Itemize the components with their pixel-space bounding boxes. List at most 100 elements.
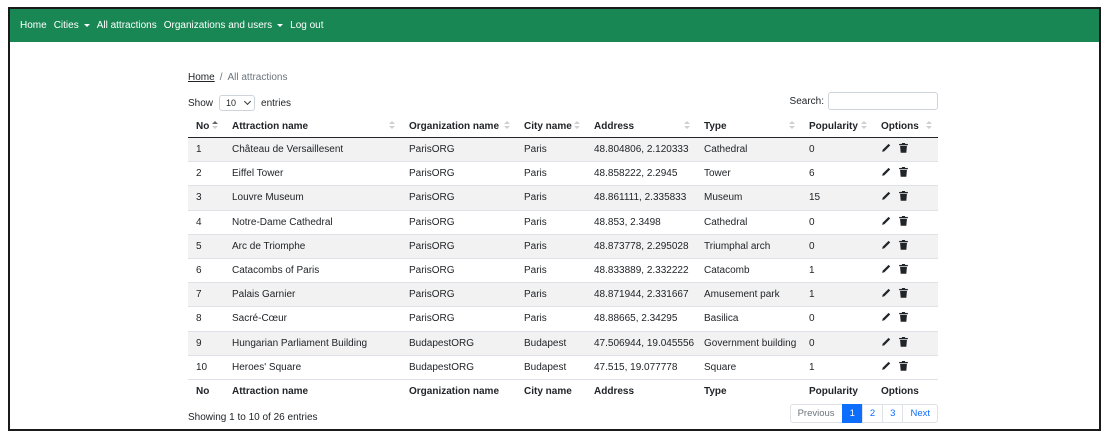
table-row: 10 Heroes' Square BudapestORG Budapest 47.51… bbox=[188, 355, 938, 380]
column-header[interactable]: Popularity bbox=[801, 115, 873, 138]
edit-pencil-icon[interactable] bbox=[881, 216, 891, 229]
delete-trash-icon[interactable] bbox=[899, 167, 908, 180]
pagination-previous[interactable]: Previous bbox=[789, 404, 843, 423]
column-footer: No bbox=[188, 378, 224, 404]
table-cell: ParisORG bbox=[401, 282, 516, 308]
nav-home[interactable]: Home bbox=[20, 20, 47, 31]
table-cell: 6 bbox=[188, 258, 224, 284]
nav-cities-dropdown[interactable]: Cities bbox=[54, 20, 90, 31]
entries-select-value: 10 bbox=[226, 98, 237, 108]
column-footer: Popularity bbox=[801, 378, 873, 404]
table-cell: Paris bbox=[516, 258, 586, 284]
column-header[interactable]: Options bbox=[873, 115, 938, 138]
nav-all-attractions[interactable]: All attractions bbox=[97, 20, 157, 31]
column-header[interactable]: Type bbox=[696, 115, 801, 138]
pagination-page-1[interactable]: 1 bbox=[841, 404, 863, 423]
table-cell: 4 bbox=[188, 210, 224, 235]
table-row: 4 Notre-Dame Cathedral ParisORG Paris 48.853… bbox=[188, 210, 938, 235]
column-footer: Organization name bbox=[401, 378, 516, 404]
column-header-label: Options bbox=[881, 120, 919, 132]
column-header-label: Popularity bbox=[809, 120, 858, 132]
edit-pencil-icon[interactable] bbox=[881, 167, 891, 180]
table-cell: Museum bbox=[696, 185, 801, 211]
edit-pencil-icon[interactable] bbox=[881, 191, 891, 204]
column-header-label: Address bbox=[594, 120, 635, 132]
column-header[interactable]: City name bbox=[516, 115, 586, 138]
breadcrumb-separator: / bbox=[219, 72, 223, 83]
table-cell: ParisORG bbox=[401, 185, 516, 211]
pagination-next[interactable]: Next bbox=[902, 404, 938, 423]
table-cell: Paris bbox=[516, 282, 586, 308]
sort-arrows-icon bbox=[389, 121, 395, 129]
entries-length-control: Show 10 entries bbox=[188, 95, 291, 111]
table-cell: 6 bbox=[801, 161, 873, 187]
sort-arrows-icon bbox=[926, 121, 932, 129]
delete-trash-icon[interactable] bbox=[899, 360, 908, 374]
edit-pencil-icon[interactable] bbox=[881, 361, 891, 374]
delete-trash-icon[interactable] bbox=[899, 264, 908, 277]
edit-pencil-icon[interactable] bbox=[881, 264, 891, 277]
edit-pencil-icon[interactable] bbox=[881, 240, 891, 253]
edit-pencil-icon[interactable] bbox=[881, 337, 891, 350]
pagination-page-2[interactable]: 2 bbox=[861, 404, 884, 423]
breadcrumb: Home / All attractions bbox=[188, 72, 288, 83]
table-cell: Basilica bbox=[696, 306, 801, 332]
table-cell: 48.88665, 2.34295 bbox=[586, 306, 696, 332]
table-cell: Amusement park bbox=[696, 282, 801, 308]
app-window: Home Cities All attractions Organization… bbox=[8, 7, 1101, 431]
table-cell: Notre-Dame Cathedral bbox=[224, 210, 401, 235]
edit-pencil-icon[interactable] bbox=[881, 312, 891, 325]
table-footer-row: No Attraction name Organization name City n… bbox=[188, 378, 938, 404]
table-cell: Budapest bbox=[516, 355, 586, 380]
table-cell: Hungarian Parliament Building bbox=[224, 331, 401, 356]
delete-trash-icon[interactable] bbox=[899, 143, 908, 156]
column-header[interactable]: Attraction name bbox=[224, 115, 401, 138]
column-header-label: Attraction name bbox=[232, 120, 309, 132]
options-cell bbox=[873, 258, 938, 284]
table-row: 5 Arc de Triomphe ParisORG Paris 48.873778, … bbox=[188, 234, 938, 259]
edit-pencil-icon[interactable] bbox=[881, 143, 891, 156]
table-cell: Paris bbox=[516, 137, 586, 163]
entries-select[interactable]: 10 bbox=[219, 95, 256, 111]
pagination-page-3[interactable]: 3 bbox=[882, 404, 904, 423]
table-cell: Arc de Triomphe bbox=[224, 234, 401, 259]
table-cell: Sacré-Cœur bbox=[224, 306, 401, 332]
options-cell bbox=[873, 137, 938, 163]
table-cell: 48.853, 2.3498 bbox=[586, 210, 696, 235]
delete-trash-icon[interactable] bbox=[899, 215, 908, 229]
table-cell: 9 bbox=[188, 331, 224, 356]
nav-organizations-dropdown[interactable]: Organizations and users bbox=[164, 20, 284, 31]
delete-trash-icon[interactable] bbox=[899, 336, 908, 350]
options-cell bbox=[873, 185, 938, 211]
nav-logout[interactable]: Log out bbox=[290, 20, 323, 31]
caret-down-icon bbox=[83, 24, 90, 27]
delete-trash-icon[interactable] bbox=[899, 312, 908, 325]
table-cell: Paris bbox=[516, 210, 586, 235]
caret-down-icon bbox=[277, 24, 284, 27]
table-cell: ParisORG bbox=[401, 210, 516, 235]
table-row: 8 Sacré-Cœur ParisORG Paris 48.88665, 2.3429… bbox=[188, 306, 938, 332]
table-cell: Cathedral bbox=[696, 137, 801, 163]
options-cell bbox=[873, 331, 938, 356]
column-header-label: City name bbox=[524, 120, 572, 132]
table-cell: 3 bbox=[188, 185, 224, 211]
table-cell: 0 bbox=[801, 306, 873, 332]
table-info: Showing 1 to 10 of 26 entries bbox=[188, 412, 318, 423]
table-cell: 0 bbox=[801, 234, 873, 259]
search-input[interactable] bbox=[828, 92, 938, 110]
column-header[interactable]: Organization name bbox=[401, 115, 516, 138]
breadcrumb-home-link[interactable]: Home bbox=[188, 72, 215, 83]
column-header[interactable]: No bbox=[188, 115, 224, 138]
table-cell: ParisORG bbox=[401, 306, 516, 332]
column-header[interactable]: Address bbox=[586, 115, 696, 138]
delete-trash-icon[interactable] bbox=[899, 191, 908, 204]
delete-trash-icon[interactable] bbox=[899, 239, 908, 253]
navbar: Home Cities All attractions Organization… bbox=[10, 9, 1099, 42]
edit-pencil-icon[interactable] bbox=[881, 288, 891, 301]
table-cell: Paris bbox=[516, 161, 586, 187]
table-cell: 1 bbox=[801, 258, 873, 284]
sort-arrows-icon bbox=[574, 121, 580, 129]
delete-trash-icon[interactable] bbox=[899, 288, 908, 301]
options-cell bbox=[873, 234, 938, 259]
nav-cities-label: Cities bbox=[53, 20, 79, 31]
